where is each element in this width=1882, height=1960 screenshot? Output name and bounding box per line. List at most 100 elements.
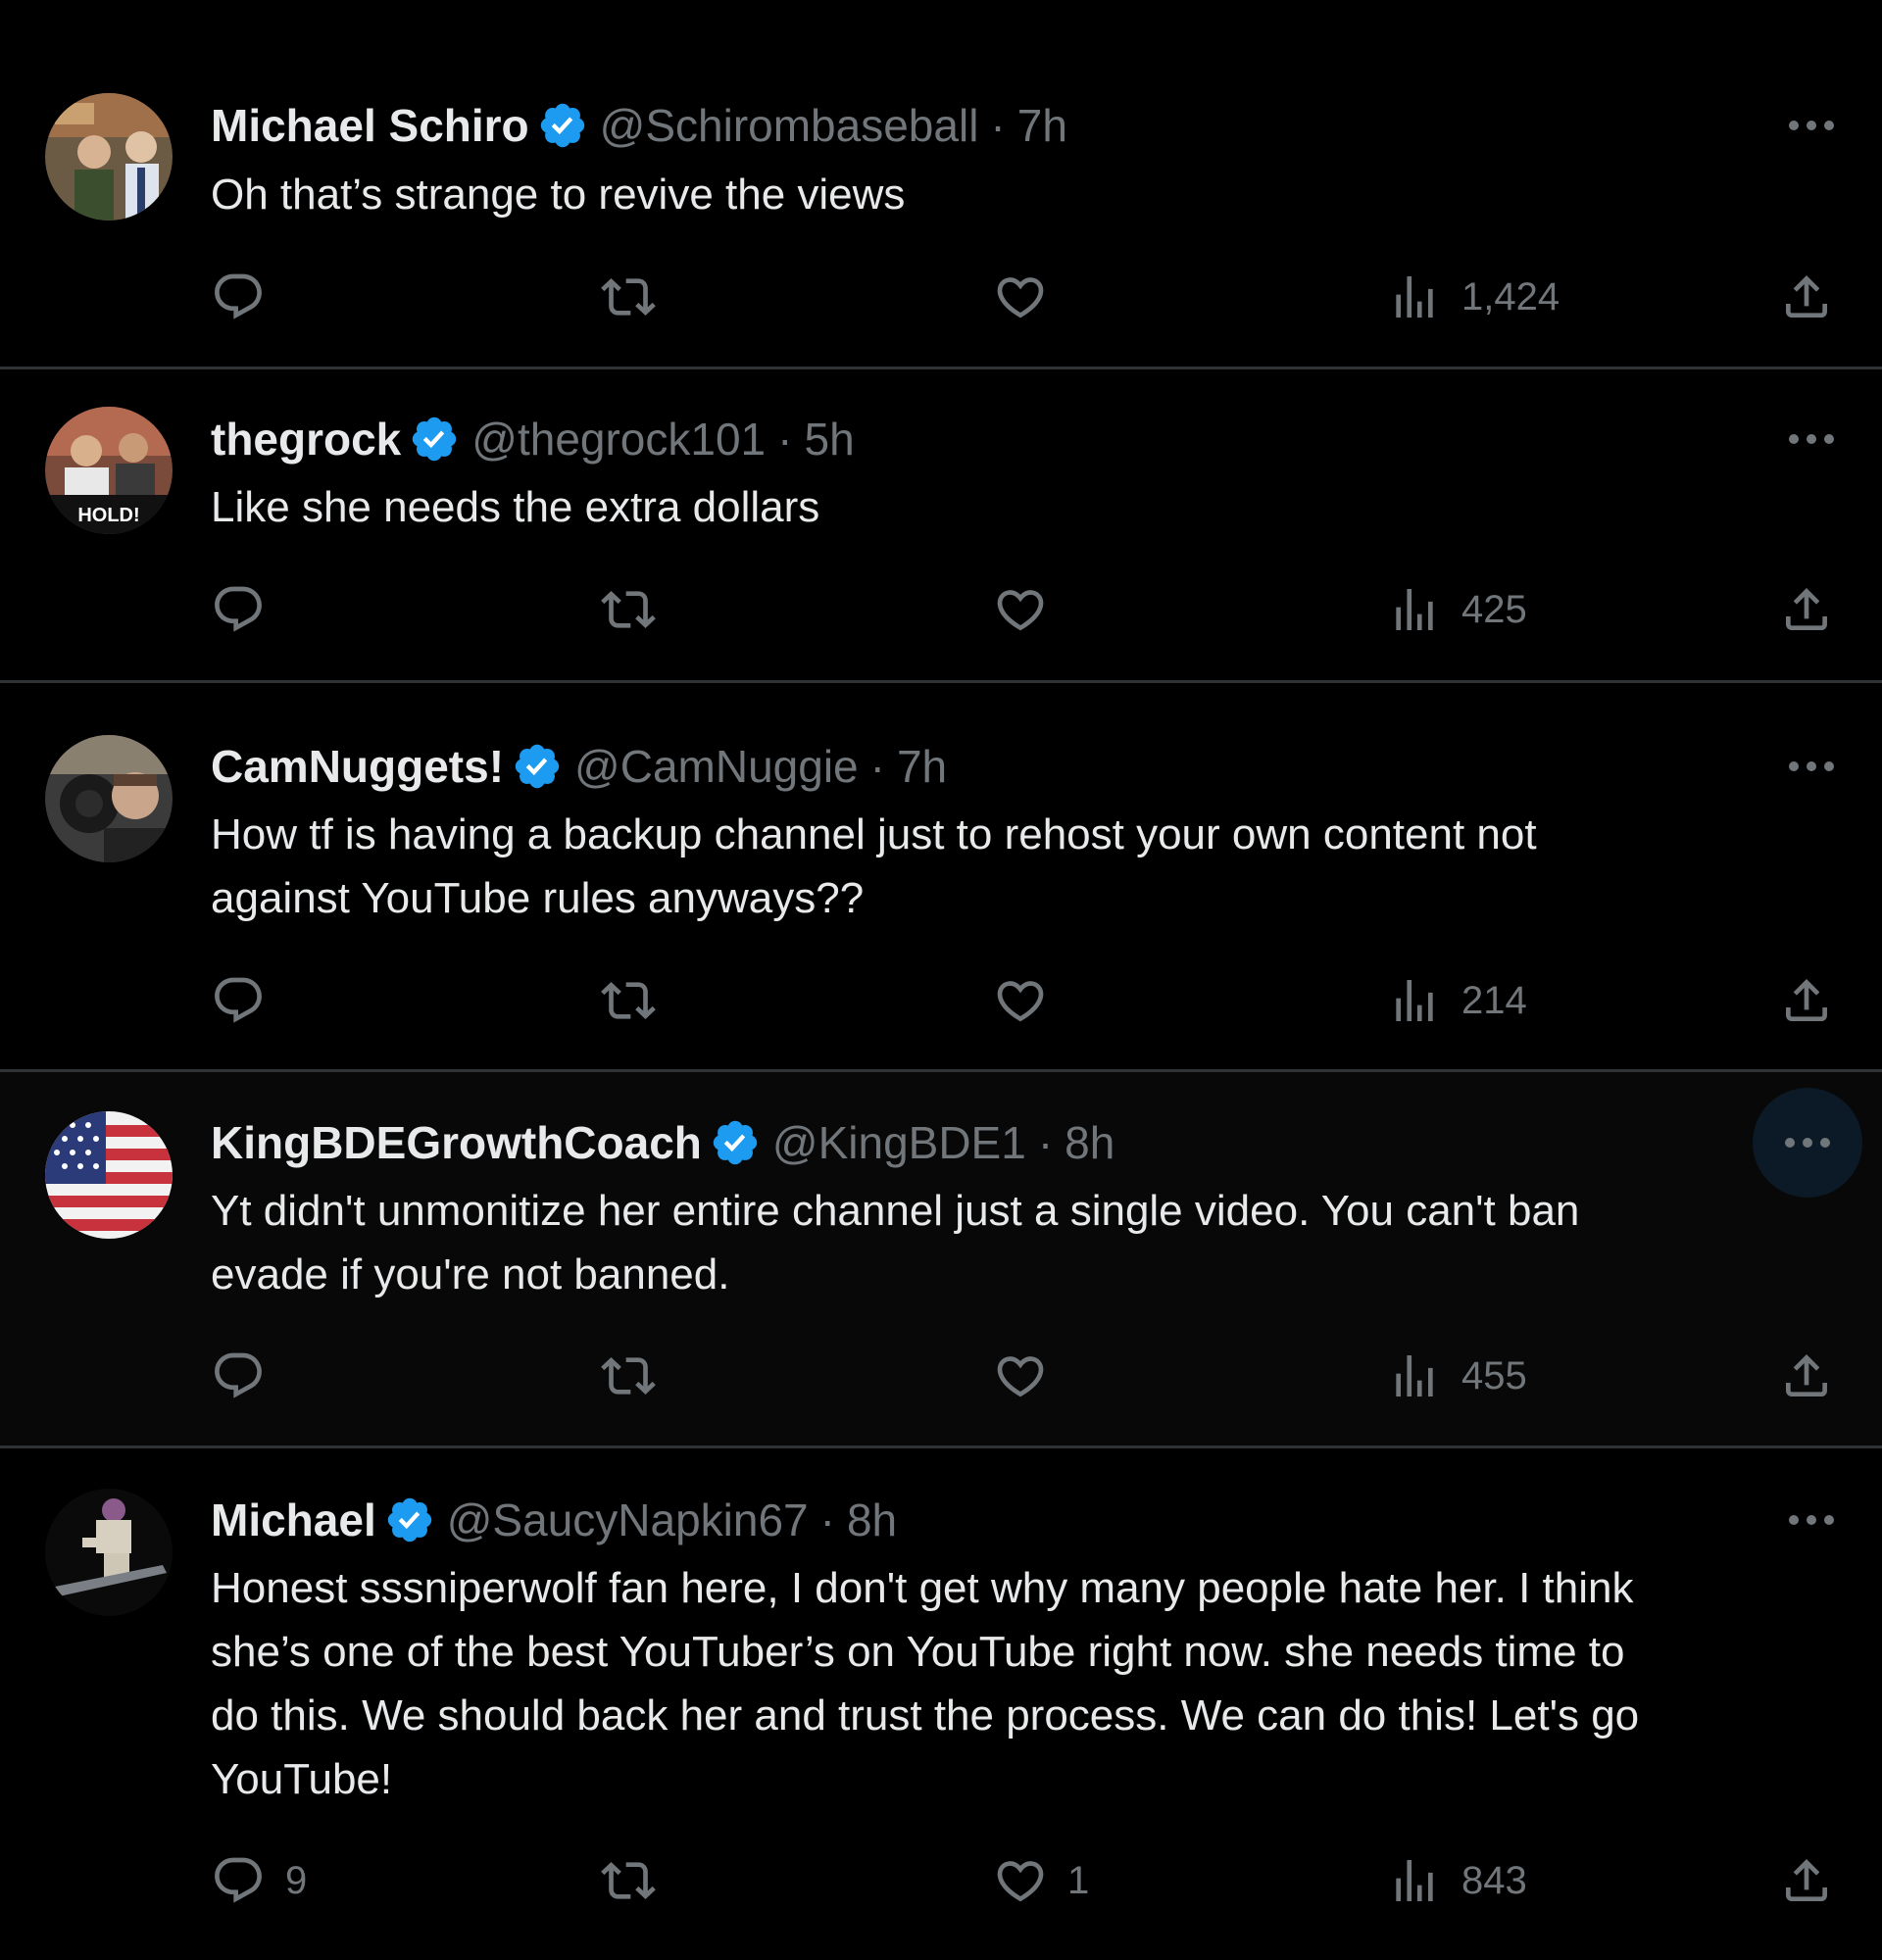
tweet-actions: 214 bbox=[211, 971, 1838, 1030]
timestamp[interactable]: 8h bbox=[847, 1491, 897, 1549]
reply-button[interactable] bbox=[211, 268, 285, 326]
tweet-text: Honest sssniperwolf fan here, I don't ge… bbox=[211, 1564, 1640, 1803]
like-button[interactable] bbox=[993, 971, 1067, 1030]
author-handle[interactable]: @KingBDE1 bbox=[772, 1113, 1026, 1172]
retweet-button[interactable] bbox=[601, 971, 675, 1030]
separator-dot: · bbox=[777, 414, 793, 465]
heart-icon bbox=[993, 1348, 1048, 1403]
share-upload-icon bbox=[1779, 1853, 1834, 1908]
speech-bubble-icon bbox=[211, 582, 266, 637]
tweet[interactable]: HOLD! thegrock @thegrock101 · 5h Like sh… bbox=[0, 369, 1882, 683]
like-button[interactable]: 1 bbox=[993, 1851, 1089, 1910]
author-handle[interactable]: @Schirombaseball bbox=[600, 96, 979, 155]
tweet[interactable]: Michael @SaucyNapkin67 · 8h Honest sssni… bbox=[0, 1448, 1882, 1960]
share-button[interactable] bbox=[1779, 268, 1834, 326]
tweet-text: Yt didn't unmonitize her entire channel … bbox=[211, 1187, 1580, 1298]
views-button[interactable]: 1,424 bbox=[1387, 268, 1560, 326]
timestamp[interactable]: 5h bbox=[804, 410, 854, 468]
like-button[interactable] bbox=[993, 580, 1067, 639]
views-count: 843 bbox=[1461, 1858, 1527, 1902]
views-button[interactable]: 843 bbox=[1387, 1851, 1527, 1910]
share-button[interactable] bbox=[1779, 1851, 1834, 1910]
avatar[interactable]: HOLD! bbox=[45, 407, 173, 534]
reply-button[interactable]: 9 bbox=[211, 1851, 307, 1910]
like-button[interactable] bbox=[993, 1347, 1067, 1405]
tweet-header: thegrock @thegrock101 · 5h bbox=[211, 410, 1764, 468]
timestamp[interactable]: 7h bbox=[1017, 96, 1067, 155]
heart-icon bbox=[993, 582, 1048, 637]
share-upload-icon bbox=[1779, 582, 1834, 637]
share-button[interactable] bbox=[1779, 971, 1834, 1030]
share-upload-icon bbox=[1779, 973, 1834, 1028]
ellipsis-icon bbox=[1782, 1135, 1833, 1151]
tweet[interactable]: Michael Schiro @Schirombaseball · 7h Oh … bbox=[0, 0, 1882, 369]
share-button[interactable] bbox=[1779, 580, 1834, 639]
tweet-text: How tf is having a backup channel just t… bbox=[211, 810, 1537, 922]
avatar[interactable] bbox=[45, 1489, 173, 1616]
tweet-actions: 425 bbox=[211, 580, 1838, 639]
avatar-image bbox=[45, 735, 173, 862]
author-name[interactable]: CamNuggets! bbox=[211, 737, 504, 796]
reply-count: 9 bbox=[285, 1858, 308, 1902]
views-button[interactable]: 214 bbox=[1387, 971, 1527, 1030]
reply-feed: Michael Schiro @Schirombaseball · 7h Oh … bbox=[0, 0, 1882, 1960]
verified-badge-icon bbox=[710, 1117, 761, 1168]
author-handle[interactable]: @SaucyNapkin67 bbox=[447, 1491, 809, 1549]
author-handle[interactable]: @CamNuggie bbox=[574, 737, 859, 796]
author-handle[interactable]: @thegrock101 bbox=[471, 410, 766, 468]
ellipsis-icon bbox=[1786, 431, 1837, 447]
views-count: 214 bbox=[1461, 978, 1527, 1022]
speech-bubble-icon bbox=[211, 973, 266, 1028]
author-name[interactable]: KingBDEGrowthCoach bbox=[211, 1113, 702, 1172]
retweet-button[interactable] bbox=[601, 1347, 675, 1405]
tweet-header: Michael Schiro @Schirombaseball · 7h bbox=[211, 96, 1764, 155]
retweet-button[interactable] bbox=[601, 1851, 675, 1910]
heart-icon bbox=[993, 270, 1048, 324]
avatar[interactable] bbox=[45, 1111, 173, 1239]
tweet-header: Michael @SaucyNapkin67 · 8h bbox=[211, 1491, 1764, 1549]
bar-chart-icon bbox=[1387, 270, 1442, 324]
more-options-button[interactable] bbox=[1782, 737, 1841, 796]
avatar-image bbox=[45, 1111, 173, 1239]
more-options-button[interactable] bbox=[1782, 1491, 1841, 1549]
timestamp[interactable]: 7h bbox=[897, 737, 947, 796]
views-button[interactable]: 425 bbox=[1387, 580, 1527, 639]
author-name[interactable]: thegrock bbox=[211, 410, 401, 468]
views-button[interactable]: 455 bbox=[1387, 1347, 1527, 1405]
author-name[interactable]: Michael Schiro bbox=[211, 96, 529, 155]
separator-dot: · bbox=[990, 100, 1006, 151]
bar-chart-icon bbox=[1387, 973, 1442, 1028]
avatar[interactable] bbox=[45, 735, 173, 862]
verified-badge-icon bbox=[512, 741, 563, 792]
avatar-image bbox=[45, 93, 173, 220]
tweet[interactable]: CamNuggets! @CamNuggie · 7h How tf is ha… bbox=[0, 683, 1882, 1072]
tweet-header: KingBDEGrowthCoach @KingBDE1 · 8h bbox=[211, 1113, 1764, 1172]
ellipsis-icon bbox=[1786, 759, 1837, 774]
more-options-button[interactable] bbox=[1782, 96, 1841, 155]
tweet-text: Like she needs the extra dollars bbox=[211, 483, 820, 531]
separator-dot: · bbox=[819, 1494, 835, 1545]
avatar[interactable] bbox=[45, 93, 173, 220]
more-options-button[interactable] bbox=[1782, 410, 1841, 468]
tweet-actions: 9 1 843 bbox=[211, 1851, 1838, 1910]
like-button[interactable] bbox=[993, 268, 1067, 326]
timestamp[interactable]: 8h bbox=[1065, 1113, 1114, 1172]
retweet-arrows-icon bbox=[601, 270, 656, 324]
tweet[interactable]: KingBDEGrowthCoach @KingBDE1 · 8h Yt did… bbox=[0, 1072, 1882, 1448]
views-count: 1,424 bbox=[1461, 274, 1560, 318]
reply-button[interactable] bbox=[211, 580, 285, 639]
speech-bubble-icon bbox=[211, 270, 266, 324]
verified-badge-icon bbox=[537, 100, 588, 151]
share-button[interactable] bbox=[1779, 1347, 1834, 1405]
reply-button[interactable] bbox=[211, 971, 285, 1030]
retweet-arrows-icon bbox=[601, 582, 656, 637]
bar-chart-icon bbox=[1387, 1348, 1442, 1403]
author-name[interactable]: Michael bbox=[211, 1491, 376, 1549]
retweet-button[interactable] bbox=[601, 268, 675, 326]
share-upload-icon bbox=[1779, 270, 1834, 324]
views-count: 425 bbox=[1461, 587, 1527, 631]
retweet-arrows-icon bbox=[601, 973, 656, 1028]
reply-button[interactable] bbox=[211, 1347, 285, 1405]
tweet-header: CamNuggets! @CamNuggie · 7h bbox=[211, 737, 1764, 796]
retweet-button[interactable] bbox=[601, 580, 675, 639]
